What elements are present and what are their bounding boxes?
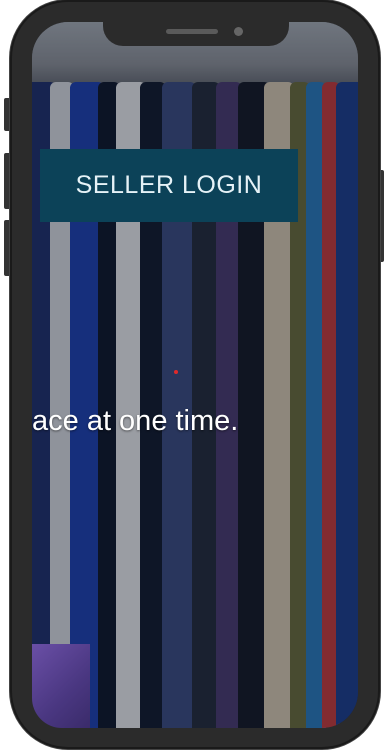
dark-overlay: [32, 22, 358, 728]
seller-login-button[interactable]: SELLER LOGIN: [40, 149, 298, 222]
phone-screen: [32, 22, 358, 728]
hero-background-image: [32, 22, 358, 728]
hero-tagline: ace at one time.: [32, 405, 239, 437]
red-dot-marker: [174, 370, 178, 374]
page: SELLER LOGIN ace at one time.: [0, 0, 385, 751]
phone-notch: [103, 22, 289, 46]
front-camera-icon: [234, 27, 243, 36]
shopping-bag-image: [32, 644, 90, 728]
speaker-grille-icon: [166, 29, 218, 34]
